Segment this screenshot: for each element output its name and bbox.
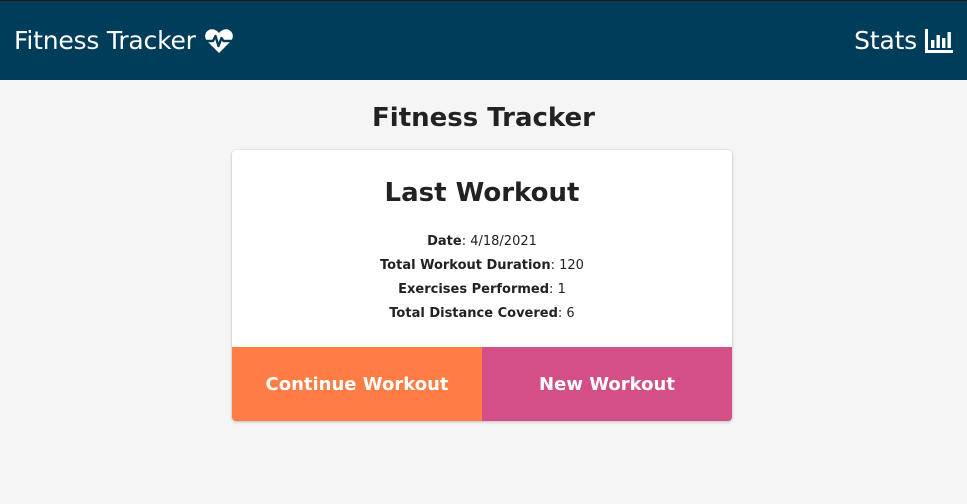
detail-value: 4/18/2021 [470,234,537,249]
heartbeat-icon [204,28,233,53]
workout-details: Date: 4/18/2021 Total Workout Duration: … [232,230,732,326]
continue-workout-button[interactable]: Continue Workout [232,347,482,421]
brand-link[interactable]: Fitness Tracker [14,26,234,55]
last-workout-card: Last Workout Date: 4/18/2021 Total Worko… [232,150,732,421]
card-actions: Continue Workout New Workout [232,347,732,421]
detail-value: 1 [557,282,566,297]
detail-label: Date [427,234,462,249]
detail-label: Total Workout Duration [380,258,551,273]
page-title: Fitness Tracker [372,103,595,133]
card-title: Last Workout [384,178,580,208]
detail-row-date: Date: 4/18/2021 [427,234,537,249]
detail-row-duration: Total Workout Duration: 120 [380,258,584,273]
top-navbar: Fitness Tracker Stats [0,0,967,80]
detail-row-distance: Total Distance Covered: 6 [389,306,575,321]
bar-chart-icon [925,28,953,53]
detail-label: Exercises Performed [398,282,550,297]
detail-row-exercises: Exercises Performed: 1 [398,282,566,297]
detail-label: Total Distance Covered [389,306,558,321]
stats-label: Stats [854,26,917,55]
stats-link[interactable]: Stats [854,26,953,55]
detail-value: 120 [559,258,584,273]
new-workout-button[interactable]: New Workout [482,347,732,421]
brand-label: Fitness Tracker [14,26,196,55]
detail-value: 6 [566,306,575,321]
